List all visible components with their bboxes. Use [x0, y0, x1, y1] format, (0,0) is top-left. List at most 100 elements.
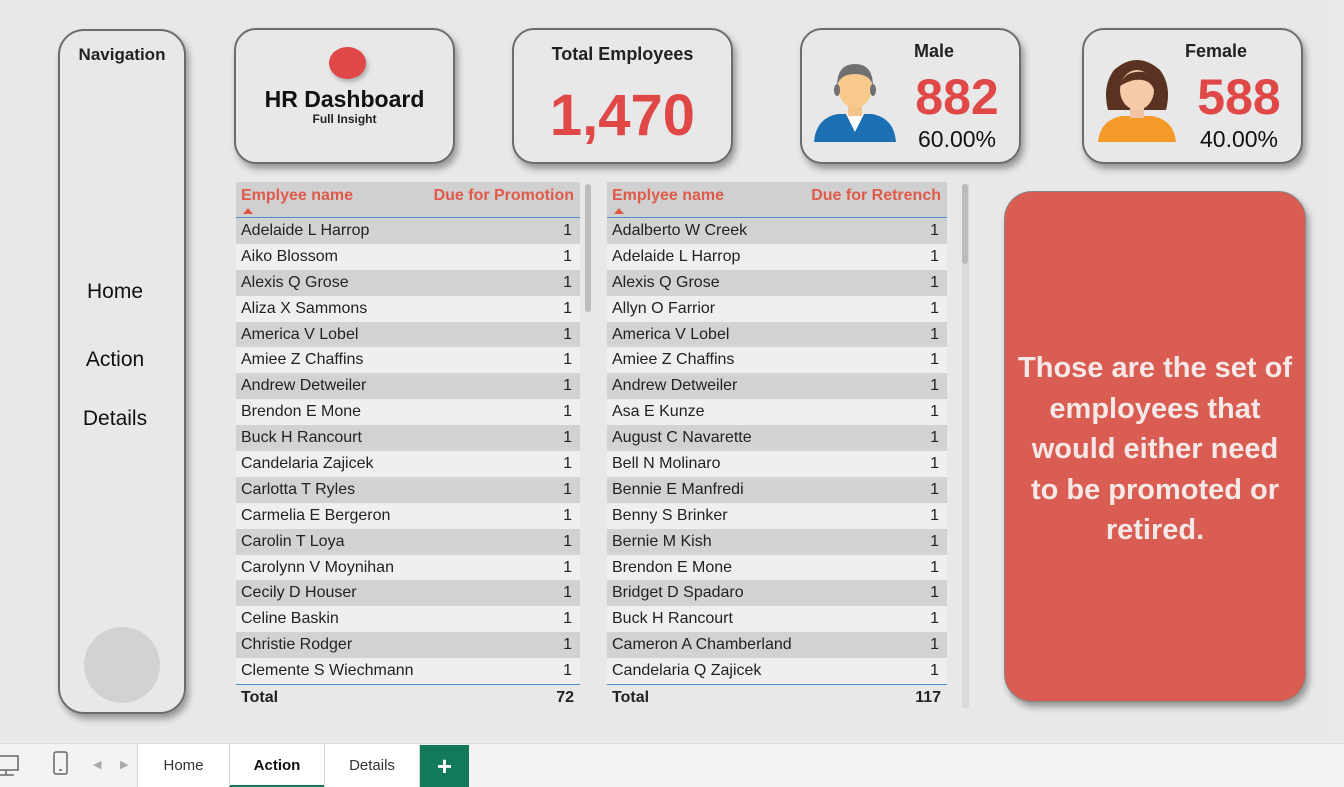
table-row[interactable]: Andrew Detweiler 1 — [236, 373, 580, 400]
table-row[interactable]: Asa E Kunze 1 — [607, 399, 947, 426]
table-row[interactable]: Alexis Q Grose 1 — [607, 269, 947, 296]
female-card: Female 588 40.00% — [1082, 28, 1303, 164]
table-row[interactable]: August C Navarette 1 — [607, 425, 947, 452]
page-tab-bar: ◀ ▶ Home Action Details + — [0, 743, 1344, 787]
employee-name-cell: Buck H Rancourt — [612, 610, 733, 628]
count-cell: 1 — [563, 403, 572, 421]
employee-name-cell: Brendon E Mone — [612, 558, 733, 576]
count-cell: 1 — [930, 222, 939, 239]
count-cell: 1 — [563, 222, 572, 239]
total-employees-card: Total Employees 1,470 — [512, 28, 733, 164]
table-row[interactable]: Bernie M Kish 1 — [607, 528, 947, 555]
count-cell: 1 — [563, 325, 572, 343]
employee-name-cell: Celine Baskin — [241, 610, 339, 628]
table-row[interactable]: Carolynn V Moynihan 1 — [236, 554, 580, 581]
table-row[interactable]: Bridget D Spadaro 1 — [607, 580, 947, 607]
table-row[interactable]: Carlotta T Ryles 1 — [236, 476, 580, 503]
logo-dot-icon — [329, 47, 366, 79]
dashboard-subtitle: Full Insight — [312, 112, 377, 126]
mobile-view-icon[interactable] — [51, 748, 71, 778]
retrench-total-row: Total 117 — [607, 684, 947, 710]
tab-home[interactable]: Home — [137, 744, 229, 787]
table-row[interactable]: Candelaria Zajicek 1 — [236, 451, 580, 477]
desktop-view-icon[interactable] — [0, 748, 22, 778]
table-row[interactable]: America V Lobel 1 — [607, 321, 947, 348]
count-cell: 1 — [563, 506, 572, 524]
table-row[interactable]: Bennie E Manfredi 1 — [607, 476, 947, 503]
count-cell: 1 — [930, 299, 939, 317]
promotion-table: Emplyee name Due for Promotion Adelaide … — [236, 182, 580, 710]
table-row[interactable]: Aliza X Sammons 1 — [236, 295, 580, 322]
column-header-employee-name[interactable]: Emplyee name — [241, 187, 353, 205]
table-row[interactable]: Adalberto W Creek 1 — [607, 218, 947, 244]
scroll-left-arrow-icon[interactable]: ◀ — [93, 758, 101, 771]
table-row[interactable]: Cecily D Houser 1 — [236, 580, 580, 607]
table-row[interactable]: Benny S Brinker 1 — [607, 502, 947, 529]
employee-name-cell: Bridget D Spadaro — [612, 584, 744, 602]
nav-circle-button[interactable] — [84, 627, 160, 703]
table-row[interactable]: Brendon E Mone 1 — [236, 399, 580, 426]
count-cell: 1 — [563, 455, 572, 473]
dashboard-title-card: HR Dashboard Full Insight — [234, 28, 455, 164]
table-row[interactable]: Celine Baskin 1 — [236, 606, 580, 633]
table-row[interactable]: Allyn O Farrior 1 — [607, 295, 947, 322]
nav-home-button[interactable]: Home — [60, 280, 170, 304]
count-cell: 1 — [930, 480, 939, 498]
table-row[interactable]: Brendon E Mone 1 — [607, 554, 947, 581]
table-row[interactable]: Amiee Z Chaffins 1 — [607, 347, 947, 374]
employee-name-cell: Adelaide L Harrop — [241, 222, 370, 239]
scroll-right-arrow-icon[interactable]: ▶ — [120, 758, 128, 771]
column-header-employee-name[interactable]: Emplyee name — [612, 187, 724, 205]
total-employees-value: 1,470 — [549, 83, 696, 148]
female-title: Female — [1184, 41, 1248, 61]
retrench-table-body: Adalberto W Creek 1 Adelaide L Harrop 1 Alex… — [607, 218, 947, 685]
male-count: 882 — [915, 69, 999, 125]
count-cell: 1 — [930, 455, 939, 473]
column-header-due-for-promotion[interactable]: Due for Promotion — [434, 187, 574, 205]
table-row[interactable]: Adelaide L Harrop 1 — [236, 218, 580, 244]
count-cell: 1 — [930, 247, 939, 265]
table-row[interactable]: Andrew Detweiler 1 — [607, 373, 947, 400]
promotion-scrollbar[interactable] — [585, 184, 591, 312]
table-row[interactable]: Bell N Molinaro 1 — [607, 451, 947, 477]
employee-name-cell: Adalberto W Creek — [612, 222, 748, 239]
table-row[interactable]: Candelaria Q Zajicek 1 — [607, 658, 947, 685]
retrench-scrollbar[interactable] — [962, 184, 968, 264]
table-row[interactable]: Christie Rodger 1 — [236, 632, 580, 659]
table-row[interactable]: Buck H Rancourt 1 — [607, 606, 947, 633]
count-cell: 1 — [930, 273, 939, 291]
employee-name-cell: Brendon E Mone — [241, 403, 362, 421]
employee-name-cell: Alexis Q Grose — [612, 273, 720, 291]
table-row[interactable]: Carmelia E Bergeron 1 — [236, 502, 580, 529]
sort-ascending-icon[interactable] — [243, 208, 253, 214]
retrench-table: Emplyee name Due for Retrench Adalberto … — [607, 182, 947, 710]
navigation-panel: Navigation Home Action Details — [58, 29, 186, 714]
nav-action-button[interactable]: Action — [60, 348, 170, 372]
add-page-button[interactable]: + — [420, 745, 469, 787]
employee-name-cell: Buck H Rancourt — [241, 429, 362, 447]
table-row[interactable]: Amiee Z Chaffins 1 — [236, 347, 580, 374]
table-row[interactable]: America V Lobel 1 — [236, 321, 580, 348]
promotion-total-value: 72 — [556, 689, 574, 707]
employee-name-cell: Cecily D Houser — [241, 584, 357, 602]
table-row[interactable]: Buck H Rancourt 1 — [236, 425, 580, 452]
retrench-total-value: 117 — [915, 689, 941, 707]
sort-ascending-icon[interactable] — [614, 208, 624, 214]
retrench-table-header: Emplyee name Due for Retrench — [607, 182, 947, 218]
female-count: 588 — [1197, 69, 1281, 125]
table-row[interactable]: Alexis Q Grose 1 — [236, 269, 580, 296]
tab-action[interactable]: Action — [229, 744, 324, 787]
column-header-due-for-retrench[interactable]: Due for Retrench — [811, 187, 941, 205]
table-row[interactable]: Adelaide L Harrop 1 — [607, 243, 947, 270]
table-row[interactable]: Cameron A Chamberland 1 — [607, 632, 947, 659]
table-row[interactable]: Aiko Blossom 1 — [236, 243, 580, 270]
report-canvas: Navigation Home Action Details HR Dashbo… — [0, 0, 1332, 742]
tab-details[interactable]: Details — [324, 744, 420, 787]
table-row[interactable]: Clemente S Wiechmann 1 — [236, 658, 580, 685]
count-cell: 1 — [930, 506, 939, 524]
table-row[interactable]: Carolin T Loya 1 — [236, 528, 580, 555]
employee-name-cell: August C Navarette — [612, 429, 752, 447]
count-cell: 1 — [563, 273, 572, 291]
employee-name-cell: Cameron A Chamberland — [612, 636, 792, 654]
nav-details-button[interactable]: Details — [60, 407, 170, 431]
